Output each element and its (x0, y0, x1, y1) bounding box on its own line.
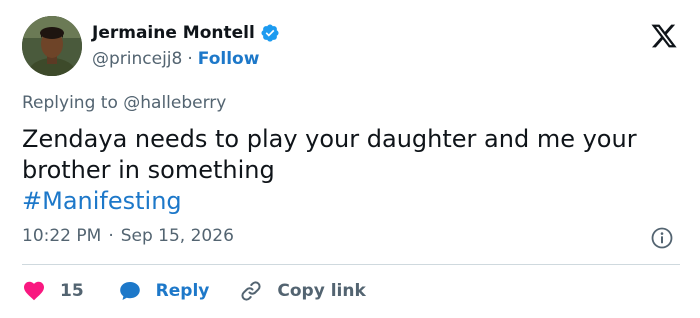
copy-link-label: Copy link (277, 281, 366, 301)
action-bar: 15 Reply Copy link (22, 278, 366, 304)
tweet-body: Zendaya needs to play your daughter and … (22, 125, 637, 184)
handle-separator: · (187, 49, 193, 69)
copy-link-button[interactable]: Copy link (239, 279, 366, 303)
replying-mention[interactable]: @halleberry (123, 93, 226, 113)
like-button[interactable]: 15 (22, 279, 84, 303)
reply-label: Reply (155, 281, 210, 301)
avatar-image (22, 16, 82, 76)
reply-button[interactable]: Reply (118, 279, 210, 303)
author-handle[interactable]: @princejj8 (92, 49, 182, 69)
name-row: Jermaine Montell (92, 20, 280, 46)
tweet-date: Sep 15, 2026 (120, 226, 234, 246)
avatar[interactable] (22, 16, 82, 76)
timestamp-separator: · (108, 226, 114, 246)
replying-to: Replying to @halleberry (22, 93, 226, 113)
x-logo-icon[interactable] (650, 22, 678, 50)
heart-icon (22, 279, 46, 303)
follow-button[interactable]: Follow (198, 49, 260, 69)
replying-prefix: Replying to (22, 93, 118, 113)
tweet-text: Zendaya needs to play your daughter and … (22, 124, 682, 217)
author-name[interactable]: Jermaine Montell (92, 23, 255, 43)
tweet-header: Jermaine Montell @princejj8 · Follow (22, 16, 682, 80)
user-info: Jermaine Montell @princejj8 · Follow (92, 20, 280, 72)
handle-row: @princejj8 · Follow (92, 46, 280, 72)
hashtag-link[interactable]: #Manifesting (22, 187, 182, 215)
info-icon[interactable] (650, 226, 674, 250)
verified-badge-icon (260, 23, 280, 43)
tweet-time: 10:22 PM (22, 226, 102, 246)
divider (22, 264, 680, 265)
tweet-timestamp[interactable]: 10:22 PM · Sep 15, 2026 (22, 226, 234, 246)
link-icon (239, 279, 263, 303)
speech-bubble-icon (118, 279, 142, 303)
like-count: 15 (60, 281, 84, 301)
